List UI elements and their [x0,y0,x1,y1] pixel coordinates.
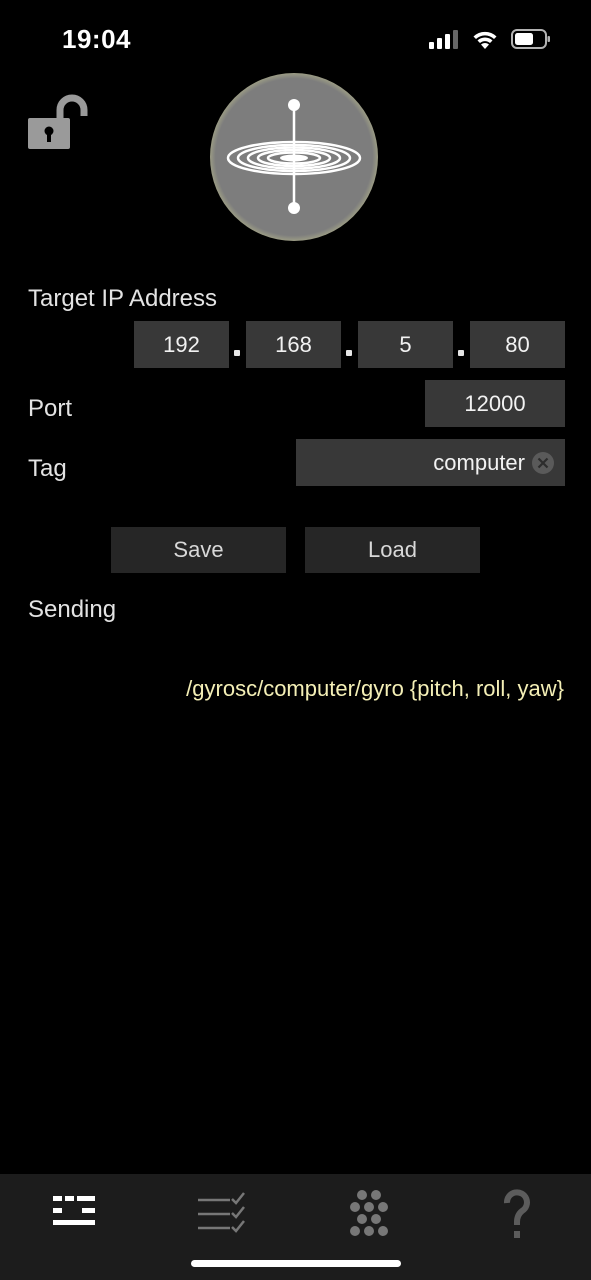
tag-label: Tag [28,455,67,482]
save-button[interactable]: Save [111,527,286,573]
ip-separator-3 [458,350,464,356]
tab-help[interactable] [482,1188,552,1244]
load-button[interactable]: Load [305,527,480,573]
sending-label: Sending [28,596,117,623]
port-label: Port [28,395,73,422]
tag-value: computer [433,449,525,475]
ip-octet-3-input[interactable]: 5 [358,321,453,368]
checklist-icon [198,1192,245,1233]
ip-separator-2 [346,350,352,356]
tab-checklist[interactable] [186,1188,256,1244]
tag-input[interactable]: computer [296,439,565,486]
ip-octet-2-input[interactable]: 168 [246,321,341,368]
osc-address: /gyrosc/computer/gyro {pitch, roll, yaw} [186,676,564,701]
grid-dots-icon [350,1190,388,1236]
port-input[interactable]: 12000 [425,380,565,427]
home-indicator [191,1260,401,1267]
gyroscope-icon [226,99,362,214]
settings-lines-icon [53,1196,95,1225]
battery-icon [511,29,550,49]
status-time: 19:04 [62,24,131,54]
question-icon [504,1189,530,1238]
status-icons [429,28,551,50]
tab-grid[interactable] [334,1188,404,1244]
wifi-icon [473,31,497,49]
status-bar: 19:04 [0,0,591,80]
ip-separator-1 [234,350,240,356]
target-ip-label: Target IP Address [28,285,217,312]
unlock-icon[interactable] [28,94,90,155]
clear-tag-icon[interactable] [531,451,555,475]
ip-octet-1-input[interactable]: 192 [134,321,229,368]
signal-icon [429,30,458,49]
gyrosc-logo [210,73,378,241]
ip-octet-4-input[interactable]: 80 [470,321,565,368]
tab-settings[interactable] [39,1188,109,1244]
